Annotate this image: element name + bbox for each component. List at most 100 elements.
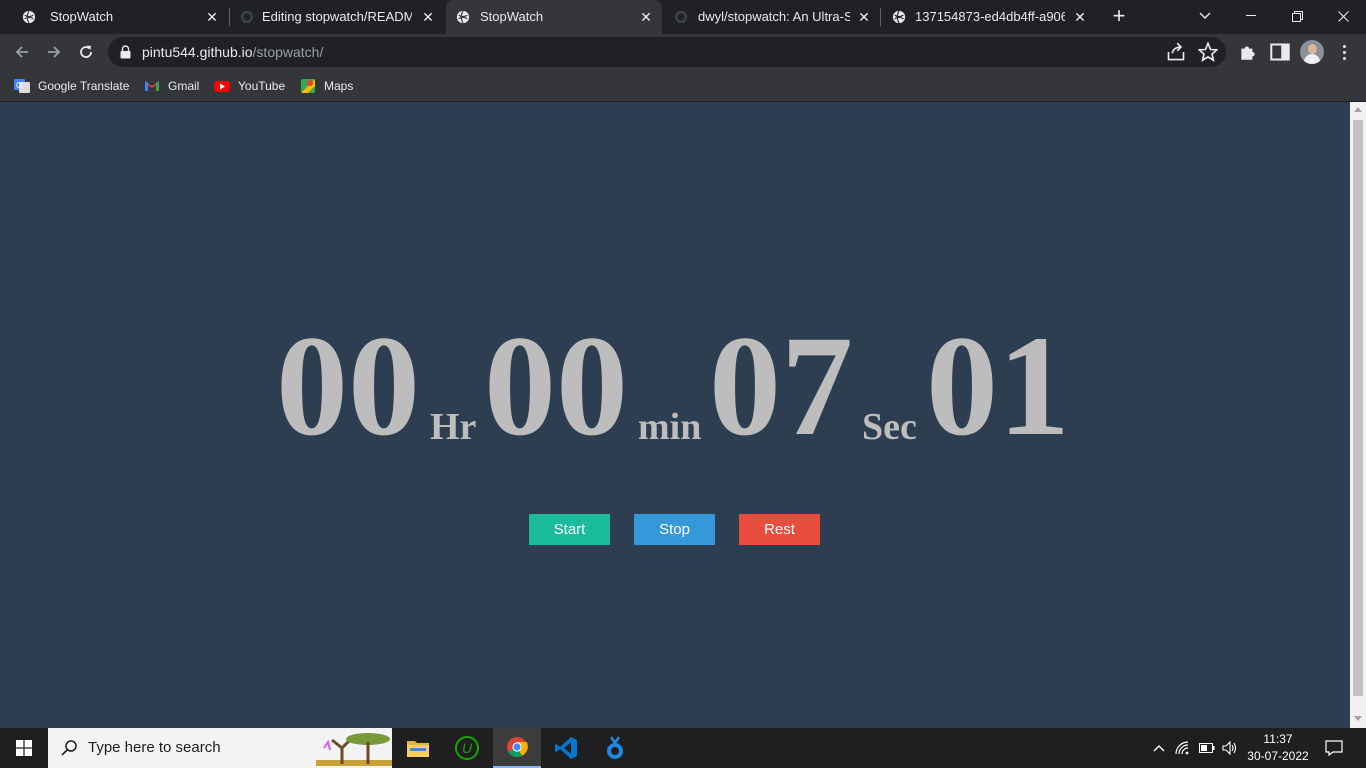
reset-button[interactable]: Rest: [739, 514, 820, 545]
close-icon[interactable]: ✕: [856, 9, 872, 25]
tab-title: Editing stopwatch/README.md: [262, 9, 412, 24]
hours-unit: Hr: [430, 406, 477, 448]
restore-icon: [1291, 10, 1303, 22]
bookmark-gmail[interactable]: Gmail: [144, 76, 199, 96]
youtube-icon: [214, 81, 230, 92]
menu-dot: [1342, 50, 1346, 54]
taskbar-file-explorer[interactable]: [394, 728, 442, 768]
close-icon: [1337, 10, 1349, 22]
close-icon[interactable]: ✕: [1072, 9, 1088, 25]
close-icon[interactable]: ✕: [204, 9, 220, 25]
seconds-unit: Sec: [862, 406, 917, 448]
tab-title: StopWatch: [480, 9, 544, 24]
windows-icon: [16, 740, 32, 756]
start-menu-button[interactable]: [0, 728, 48, 768]
gmail-icon: [145, 81, 159, 91]
extensions-icon[interactable]: [1238, 42, 1258, 62]
globe-icon: [22, 10, 36, 24]
bookmark-maps[interactable]: Maps: [300, 76, 353, 96]
forward-button[interactable]: [40, 38, 68, 66]
tab-image[interactable]: 137154873-ed4db4ff-a906-4 ✕: [880, 0, 1098, 34]
bookmark-youtube[interactable]: YouTube: [214, 76, 285, 96]
tab-search-button[interactable]: [1182, 0, 1228, 32]
svg-text:U: U: [462, 740, 473, 756]
globe-icon: [456, 10, 470, 24]
arrow-left-icon: [15, 46, 28, 58]
taskbar-vscode[interactable]: [542, 728, 590, 768]
taskbar-search-box[interactable]: Type here to search: [48, 728, 392, 768]
avatar-body: [1304, 54, 1320, 64]
maps-icon: [301, 79, 315, 93]
taskbar-clock[interactable]: 11:37 30-07-2022: [1244, 731, 1312, 765]
chevron-up-icon: [1153, 745, 1165, 752]
restore-button[interactable]: [1274, 0, 1320, 32]
tab-stopwatch-active[interactable]: StopWatch ✕: [446, 0, 662, 34]
minimize-button[interactable]: [1228, 0, 1274, 32]
url-path: /stopwatch/: [252, 44, 324, 60]
bookmarks-bar: G Google Translate Gmail YouTube Maps: [0, 70, 1366, 102]
globe-icon: [892, 10, 906, 24]
clock-time: 11:37: [1263, 732, 1293, 746]
taskbar-app[interactable]: [591, 728, 639, 768]
minimize-icon: [1246, 15, 1256, 16]
network-button[interactable]: [1174, 728, 1192, 768]
bookmark-label: Maps: [324, 79, 354, 93]
file-explorer-icon: [407, 741, 429, 757]
bookmark-label: Gmail: [168, 79, 200, 93]
svg-text:G: G: [16, 81, 22, 90]
upwork-icon: U: [455, 736, 479, 760]
reload-button[interactable]: [72, 38, 100, 66]
menu-button[interactable]: [1334, 42, 1354, 62]
url-host: pintu544.github.io: [142, 44, 253, 60]
back-button[interactable]: [8, 38, 36, 66]
share-icon[interactable]: [1166, 42, 1186, 62]
tab-dwyl-stopwatch[interactable]: dwyl/stopwatch: An Ultra-Simple ✕: [662, 0, 880, 34]
tab-title: StopWatch: [50, 9, 114, 24]
minutes-unit: min: [638, 406, 702, 448]
menu-dot: [1342, 44, 1346, 48]
page-scrollbar[interactable]: [1350, 102, 1366, 728]
github-icon: [240, 10, 254, 24]
url-text[interactable]: pintu544.github.io/stopwatch/: [142, 44, 323, 60]
new-tab-button[interactable]: +: [1108, 5, 1130, 28]
minutes-digits: 00: [484, 307, 628, 466]
start-button[interactable]: Start: [529, 514, 610, 545]
search-highlight-art-icon: [316, 733, 392, 766]
stop-button[interactable]: Stop: [634, 514, 715, 545]
volume-button[interactable]: [1220, 728, 1240, 768]
clock-date: 30-07-2022: [1247, 749, 1309, 763]
chrome-icon: [507, 737, 528, 758]
tab-title: 137154873-ed4db4ff-a906-4: [915, 9, 1065, 24]
battery-button[interactable]: [1198, 728, 1216, 768]
show-hidden-icons-button[interactable]: [1150, 728, 1168, 768]
windows-taskbar: Type here to search U 11:37 30-07-2022: [0, 728, 1366, 768]
scroll-down-arrow[interactable]: [1354, 716, 1362, 721]
address-bar[interactable]: pintu544.github.io/stopwatch/: [108, 37, 1226, 67]
wifi-icon: [1175, 741, 1189, 755]
taskbar-chrome[interactable]: [493, 728, 541, 768]
close-icon[interactable]: ✕: [420, 9, 436, 25]
menu-dot: [1342, 56, 1346, 60]
notification-center-button[interactable]: [1318, 728, 1350, 768]
close-icon[interactable]: ✕: [638, 9, 654, 25]
star-icon[interactable]: [1198, 42, 1218, 62]
side-panel-icon[interactable]: [1270, 42, 1290, 62]
scroll-up-arrow[interactable]: [1354, 107, 1362, 112]
tab-editing-readme[interactable]: Editing stopwatch/README.md ✕: [228, 0, 446, 34]
bookmark-google-translate[interactable]: G Google Translate: [14, 76, 129, 96]
hours-digits: 00: [276, 307, 420, 466]
tab-stopwatch-1[interactable]: StopWatch ✕: [8, 0, 228, 34]
arrow-right-icon: [48, 46, 61, 58]
profile-avatar[interactable]: [1300, 40, 1324, 64]
taskbar-upwork[interactable]: U: [443, 728, 491, 768]
search-placeholder: Type here to search: [88, 739, 221, 756]
tab-title: dwyl/stopwatch: An Ultra-Simple: [698, 9, 850, 24]
reload-icon: [80, 45, 92, 58]
bookmark-label: YouTube: [238, 79, 286, 93]
github-icon: [674, 10, 688, 24]
vscode-icon: [555, 737, 577, 759]
lock-icon[interactable]: [120, 45, 131, 59]
scrollbar-thumb[interactable]: [1353, 120, 1363, 696]
google-translate-icon: G: [14, 79, 30, 93]
close-window-button[interactable]: [1320, 0, 1366, 32]
